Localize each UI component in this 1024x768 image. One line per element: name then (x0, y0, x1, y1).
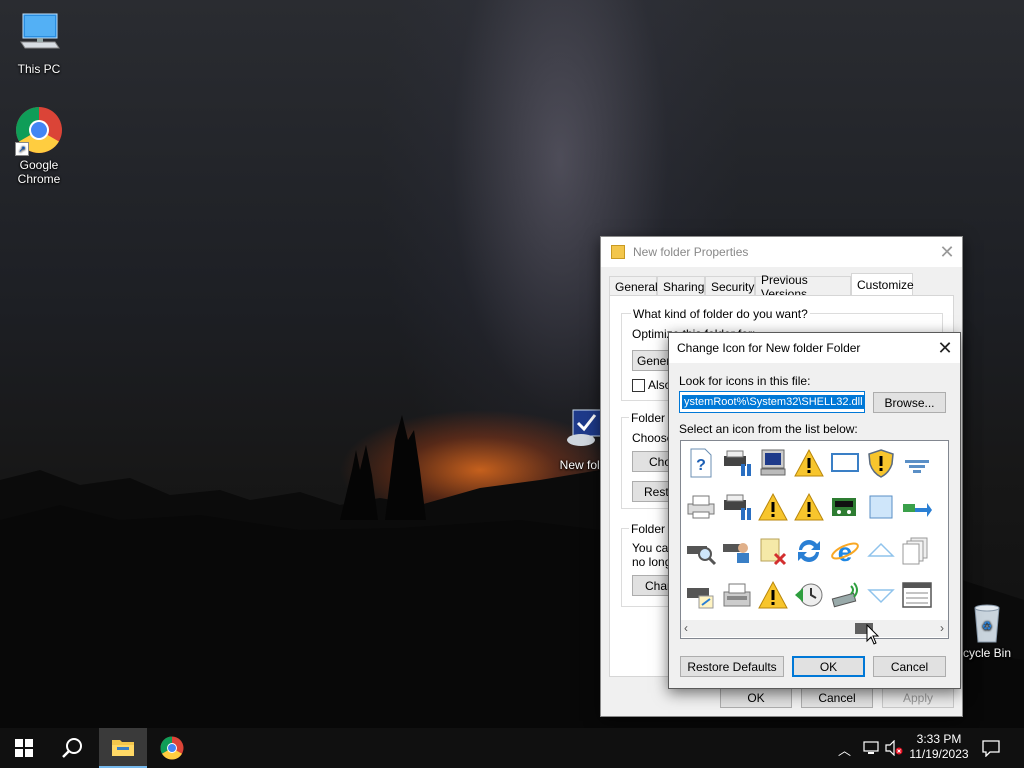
usb-wireless-icon[interactable] (827, 577, 863, 613)
properties-titlebar[interactable]: New folder Properties ✕ (601, 237, 962, 267)
taskbar-chrome[interactable] (148, 728, 196, 768)
mouse-cursor-icon (866, 624, 880, 645)
desktop-icon-label: Google Chrome (17, 158, 61, 186)
scroll-left-icon[interactable]: ‹ (684, 621, 688, 635)
warning-icon[interactable] (755, 577, 791, 613)
folder-icon (611, 245, 625, 259)
desktop-icon-google-chrome[interactable]: ↗ Google Chrome (4, 106, 74, 186)
refresh-icon[interactable] (791, 533, 827, 569)
network-arrow-icon[interactable] (899, 489, 935, 525)
folder-type-question: What kind of folder do you want? (631, 307, 810, 321)
tab-security[interactable]: Security (705, 276, 755, 296)
clock-date: 11/19/2023 (909, 747, 969, 761)
change-icon-titlebar[interactable]: Change Icon for New folder Folder ✕ (669, 333, 960, 363)
select-icon-label: Select an icon from the list below: (679, 422, 858, 436)
warning-icon[interactable] (791, 489, 827, 525)
document-edge-icon[interactable] (935, 489, 948, 525)
printer-icon[interactable] (683, 489, 719, 525)
media-device-icon[interactable] (827, 489, 863, 525)
browse-button[interactable]: Browse... (873, 392, 946, 413)
desktop-icon-label: cycle Bin (962, 646, 1012, 660)
look-for-label: Look for icons in this file: (679, 374, 811, 388)
change-icon-ok-button[interactable]: OK (792, 656, 865, 677)
properties-title: New folder Properties (633, 245, 749, 259)
desktop-icon-this-pc[interactable]: This PC (4, 10, 74, 76)
shield-warning-icon[interactable] (863, 445, 899, 481)
horizontal-scrollbar[interactable]: ‹ › (681, 620, 948, 637)
restore-defaults-button[interactable]: Restore Defaults (680, 656, 784, 677)
triangle-down-icon[interactable] (863, 577, 899, 613)
scroll-right-icon[interactable]: › (940, 621, 944, 635)
chrome-icon (160, 736, 184, 760)
change-icon-title: Change Icon for New folder Folder (677, 341, 861, 355)
users-group-icon[interactable] (719, 533, 755, 569)
also-apply-checkbox[interactable] (632, 379, 645, 392)
monitor-icon[interactable] (827, 445, 863, 481)
close-icon[interactable]: ✕ (930, 333, 960, 363)
printer-settings-icon[interactable] (683, 577, 719, 613)
window-blank-icon[interactable] (863, 489, 899, 525)
printer-search-icon[interactable] (683, 533, 719, 569)
file-explorer-icon (112, 740, 134, 756)
svg-text:e: e (838, 537, 852, 566)
network-button[interactable] (863, 740, 879, 759)
network-printer-icon[interactable] (719, 445, 755, 481)
properties-cancel-button[interactable]: Cancel (801, 687, 873, 708)
warning-icon[interactable] (755, 489, 791, 525)
clock-time: 3:33 PM (916, 732, 962, 746)
taskbar-file-explorer[interactable] (99, 728, 147, 768)
tab-sharing[interactable]: Sharing (657, 276, 705, 296)
properties-apply-button[interactable]: Apply (882, 687, 954, 708)
chrome-icon: ↗ (15, 106, 63, 156)
start-button[interactable] (0, 728, 48, 768)
volume-muted-icon (885, 739, 903, 757)
document-edge-icon[interactable] (935, 533, 948, 569)
desktop-icon-label: This PC (17, 62, 61, 76)
fax-icon[interactable] (719, 577, 755, 613)
action-center-button[interactable] (982, 739, 1000, 760)
window-list-icon[interactable] (899, 577, 935, 613)
file-delete-icon[interactable] (755, 533, 791, 569)
filter-icon[interactable] (899, 445, 935, 481)
tab-customize[interactable]: Customize (851, 273, 914, 296)
documents-icon[interactable] (899, 533, 935, 569)
svg-text:♻: ♻ (982, 619, 993, 633)
close-icon[interactable]: ✕ (932, 237, 962, 267)
icon-file-input[interactable]: ystemRoot%\System32\SHELL32.dll (679, 391, 865, 413)
tab-previous-versions[interactable]: Previous Versions (755, 273, 851, 301)
internet-explorer-icon[interactable]: e (827, 533, 863, 569)
network-printer-icon[interactable] (719, 489, 755, 525)
search-button[interactable] (48, 728, 96, 768)
document-edge-icon[interactable] (935, 577, 948, 613)
notification-icon (982, 740, 1000, 758)
tab-general[interactable]: General (609, 276, 658, 296)
search-icon (62, 738, 82, 758)
properties-ok-button[interactable]: OK (720, 687, 792, 708)
help-file-icon[interactable]: ? (683, 445, 719, 481)
show-hidden-icons-button[interactable]: ︿ (838, 740, 851, 759)
windows-logo-icon (15, 739, 33, 757)
change-icon-cancel-button[interactable]: Cancel (873, 656, 946, 677)
icon-file-path: ystemRoot%\System32\SHELL32.dll (682, 395, 864, 409)
taskbar-clock[interactable]: 3:33 PM 11/19/2023 (904, 732, 974, 762)
svg-text:?: ? (696, 457, 706, 474)
computer-network-icon[interactable] (755, 445, 791, 481)
network-icon (863, 741, 879, 754)
chevron-up-icon: ︿ (838, 743, 852, 758)
computer-icon (15, 10, 63, 58)
clock-restore-icon[interactable] (791, 577, 827, 613)
taskbar: ︿ 3:33 PM 11/19/2023 (0, 728, 1024, 768)
warning-icon[interactable] (791, 445, 827, 481)
triangle-up-icon[interactable] (863, 533, 899, 569)
recycle-bin-icon: ♻ (967, 602, 1007, 643)
folder-icons-text: You ca (632, 541, 669, 555)
shortcut-arrow-icon: ↗ (15, 142, 29, 156)
icon-list[interactable]: ? e ‹ › (680, 440, 949, 639)
volume-button[interactable] (885, 739, 903, 759)
blue-bar-icon[interactable] (935, 445, 948, 481)
